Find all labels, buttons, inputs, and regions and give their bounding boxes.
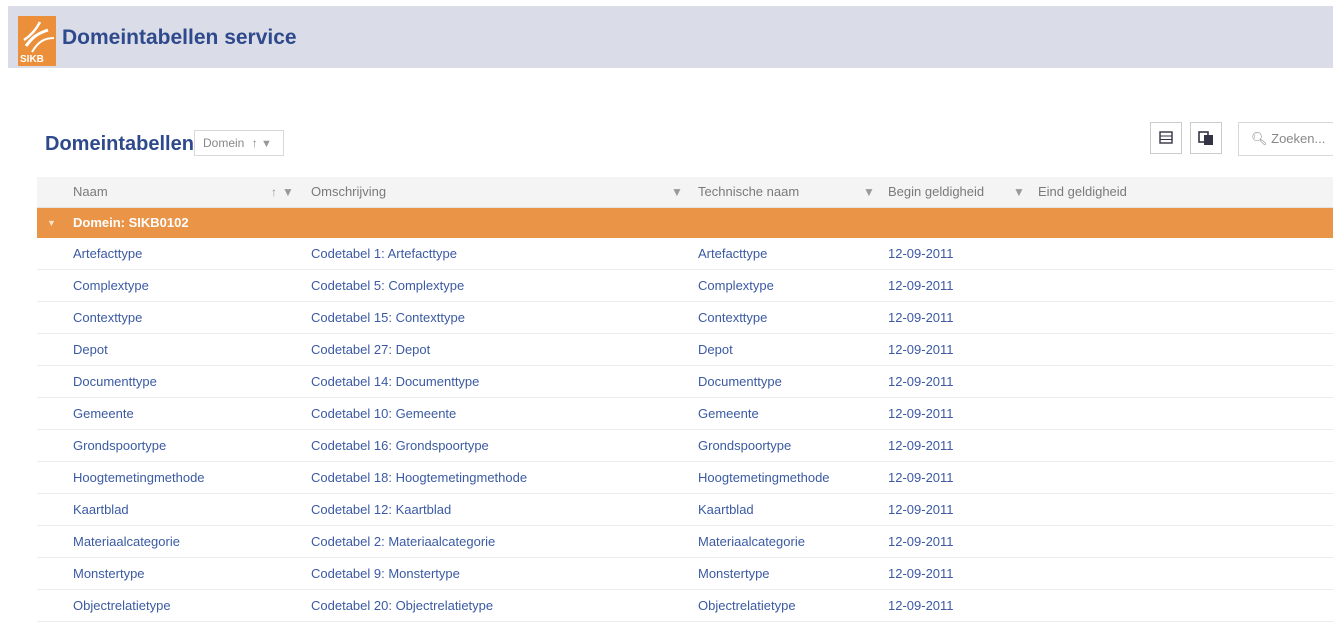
- search-input[interactable]: 🔍︎ Zoeken...: [1238, 122, 1333, 156]
- cell-technische-naam: Materiaalcategorie: [698, 534, 805, 549]
- cell-technische-naam: Complextype: [698, 278, 774, 293]
- cell-omschrijving: Codetabel 9: Monstertype: [311, 566, 460, 581]
- cell-omschrijving: Codetabel 10: Gemeente: [311, 406, 457, 421]
- cell-omschrijving: Codetabel 2: Materiaalcategorie: [311, 534, 496, 549]
- table-row[interactable]: Artefacttype Codetabel 1: Artefacttype Art…: [37, 238, 1333, 270]
- cell-technische-naam: Kaartblad: [698, 502, 754, 517]
- table-row[interactable]: Monstertype Codetabel 9: Monstertype Monst…: [37, 558, 1333, 590]
- column-header-eind-geldigheid[interactable]: Eind geldigheid: [1029, 177, 1333, 207]
- cell-technische-naam: Artefacttype: [698, 246, 768, 261]
- cell-begin-geldigheid: 12-09-2011: [888, 278, 954, 293]
- column-header-omschrijving[interactable]: Omschrijving ▼: [301, 177, 689, 207]
- column-header-technische-naam[interactable]: Technische naam ▼: [689, 177, 879, 207]
- cell-technische-naam: Gemeente: [698, 406, 759, 421]
- table-header: Naam ↑ ▼ Omschrijving ▼ Technische naam …: [37, 177, 1333, 208]
- cell-omschrijving: Codetabel 5: Complextype: [311, 278, 465, 293]
- cell-begin-geldigheid: 12-09-2011: [888, 374, 954, 389]
- cell-technische-naam: Depot: [698, 342, 733, 357]
- cell-begin-geldigheid: 12-09-2011: [888, 470, 954, 485]
- cell-omschrijving: Codetabel 1: Artefacttype: [311, 246, 457, 261]
- cell-begin-geldigheid: 12-09-2011: [888, 534, 954, 549]
- group-row[interactable]: ▼ Domein: SIKB0102: [37, 208, 1333, 238]
- cell-naam: Kaartblad: [73, 502, 129, 517]
- table-row[interactable]: Materiaalcategorie Codetabel 2: Materiaal…: [37, 526, 1333, 558]
- cell-technische-naam: Documenttype: [698, 374, 782, 389]
- group-by-chip[interactable]: Domein ↑ ▼: [194, 130, 284, 156]
- filter-icon[interactable]: ▼: [1013, 177, 1025, 207]
- cell-omschrijving: Codetabel 27: Depot: [311, 342, 431, 357]
- cell-begin-geldigheid: 12-09-2011: [888, 566, 954, 581]
- cell-omschrijving: Codetabel 20: Objectrelatietype: [311, 598, 494, 613]
- copy-icon: [1198, 131, 1213, 145]
- sort-icon[interactable]: ↑: [271, 177, 277, 207]
- cell-omschrijving: Codetabel 15: Contexttype: [311, 310, 465, 325]
- cell-begin-geldigheid: 12-09-2011: [888, 406, 954, 421]
- cell-begin-geldigheid: 12-09-2011: [888, 502, 954, 517]
- filter-icon[interactable]: ▼: [671, 177, 683, 207]
- app-title: Domeintabellen service: [62, 26, 297, 49]
- logo-text: SIKB: [20, 54, 44, 65]
- cell-omschrijving: Codetabel 14: Documenttype: [311, 374, 480, 389]
- cell-technische-naam: Monstertype: [698, 566, 770, 581]
- cell-naam: Objectrelatietype: [73, 598, 171, 613]
- cell-naam: Contexttype: [73, 310, 143, 325]
- cell-naam: Documenttype: [73, 374, 157, 389]
- cell-omschrijving: Codetabel 16: Grondspoortype: [311, 438, 489, 453]
- search-icon: 🔍︎: [1251, 131, 1268, 146]
- filter-icon[interactable]: ▼: [282, 177, 294, 207]
- group-label: Domein: SIKB0102: [73, 215, 189, 230]
- column-header-naam[interactable]: Naam ↑ ▼: [37, 177, 301, 207]
- export-copy-button[interactable]: [1190, 122, 1222, 154]
- cell-begin-geldigheid: 12-09-2011: [888, 310, 954, 325]
- cell-begin-geldigheid: 12-09-2011: [888, 598, 954, 613]
- cell-naam: Complextype: [73, 278, 149, 293]
- table-row[interactable]: Depot Codetabel 27: Depot Depot 12-09-2011: [37, 334, 1333, 366]
- cell-omschrijving: Codetabel 12: Kaartblad: [311, 502, 452, 517]
- table-row[interactable]: Objectrelatietype Codetabel 20: Objectrel…: [37, 590, 1333, 622]
- table-row[interactable]: Hoogtemetingmethode Codetabel 18: Hoogtem…: [37, 462, 1333, 494]
- cell-naam: Monstertype: [73, 566, 145, 581]
- table-row[interactable]: Kaartblad Codetabel 12: Kaartblad Kaartbla…: [37, 494, 1333, 526]
- cell-naam: Grondspoortype: [73, 438, 167, 453]
- page-title: Domeintabellen: [45, 133, 194, 155]
- table-row[interactable]: Grondspoortype Codetabel 16: Grondspoorty…: [37, 430, 1333, 462]
- cell-naam: Materiaalcategorie: [73, 534, 180, 549]
- domain-table: Naam ↑ ▼ Omschrijving ▼ Technische naam …: [37, 177, 1333, 622]
- cell-begin-geldigheid: 12-09-2011: [888, 438, 954, 453]
- cell-begin-geldigheid: 12-09-2011: [888, 342, 954, 357]
- table-row[interactable]: Gemeente Codetabel 10: Gemeente Gemeente 12…: [37, 398, 1333, 430]
- table-row[interactable]: Contexttype Codetabel 15: Contexttype Cont…: [37, 302, 1333, 334]
- export-excel-button[interactable]: [1150, 122, 1182, 154]
- cell-technische-naam: Grondspoortype: [698, 438, 792, 453]
- cell-naam: Artefacttype: [73, 246, 143, 261]
- group-chip-label: Domein: [203, 136, 245, 150]
- app-header: SIKB Domeintabellen service: [8, 6, 1333, 68]
- cell-technische-naam: Contexttype: [698, 310, 768, 325]
- cell-naam: Hoogtemetingmethode: [73, 470, 205, 485]
- cell-technische-naam: Hoogtemetingmethode: [698, 470, 830, 485]
- table-row[interactable]: Documenttype Codetabel 14: Documenttype Do…: [37, 366, 1333, 398]
- filter-icon[interactable]: ▼: [261, 138, 272, 150]
- collapse-caret-icon[interactable]: ▼: [47, 208, 56, 238]
- table-body: Artefacttype Codetabel 1: Artefacttype Art…: [37, 238, 1333, 622]
- sort-icon[interactable]: ↑: [252, 136, 258, 150]
- sikb-logo: SIKB: [18, 16, 56, 66]
- spreadsheet-icon: [1159, 131, 1173, 144]
- cell-omschrijving: Codetabel 18: Hoogtemetingmethode: [311, 470, 528, 485]
- cell-begin-geldigheid: 12-09-2011: [888, 246, 954, 261]
- filter-icon[interactable]: ▼: [863, 177, 875, 207]
- table-row[interactable]: Complextype Codetabel 5: Complextype Compl…: [37, 270, 1333, 302]
- column-header-begin-geldigheid[interactable]: Begin geldigheid ▼: [879, 177, 1029, 207]
- search-placeholder: Zoeken...: [1271, 131, 1326, 146]
- cell-naam: Depot: [73, 342, 108, 357]
- cell-naam: Gemeente: [73, 406, 134, 421]
- cell-technische-naam: Objectrelatietype: [698, 598, 796, 613]
